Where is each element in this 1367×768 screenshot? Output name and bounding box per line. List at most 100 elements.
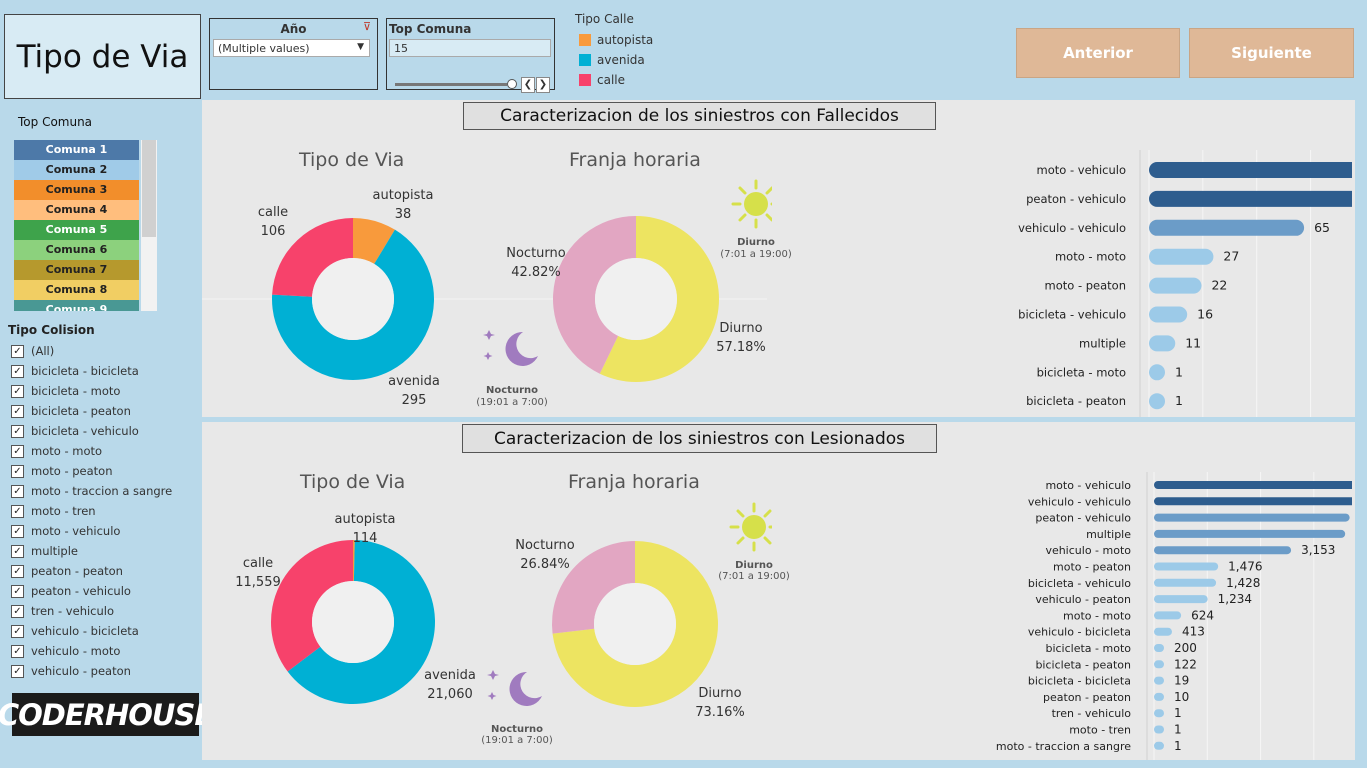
tipo-colision-option[interactable]: ✓ bicicleta - bicicleta [11,361,201,381]
checkbox[interactable]: ✓ [11,664,24,678]
tipo-colision-option[interactable]: ✓ moto - vehiculo [11,521,201,541]
lesionados-bar-chart: moto - vehiculo8,580vehiculo - vehiculo6… [996,472,1352,760]
clear-filter-icon[interactable]: ⊽ [363,20,371,33]
comuna-legend-item[interactable]: Comuna 7 [14,260,139,280]
tipo-colision-option[interactable]: ✓ peaton - peaton [11,561,201,581]
checkbox[interactable]: ✓ [11,344,24,358]
top-comuna-slider-handle[interactable] [507,79,517,89]
comuna-legend-item[interactable]: Comuna 2 [14,160,139,180]
comuna-list-scrollbar[interactable] [141,140,157,311]
bar-category-label: moto - traccion a sangre [996,740,1131,753]
anio-filter[interactable]: Año ⊽ (Multiple values) ▼ [209,18,378,90]
bar[interactable] [1154,660,1164,669]
tipo-colision-option[interactable]: ✓ bicicleta - peaton [11,401,201,421]
bar[interactable] [1154,725,1164,734]
bar[interactable] [1149,335,1176,352]
tipo-colision-option[interactable]: ✓ peaton - vehiculo [11,581,201,601]
comuna-legend-item[interactable]: Comuna 9 [14,300,139,311]
bar[interactable] [1149,162,1352,178]
bar[interactable] [1149,219,1305,236]
checkbox[interactable]: ✓ [11,624,24,638]
anio-dropdown[interactable]: (Multiple values) ▼ [213,39,370,57]
tipo-colision-option[interactable]: ✓ tren - vehiculo [11,601,201,621]
bar[interactable] [1154,644,1164,652]
bar-value-label: 413 [1182,625,1205,639]
tipo-colision-option[interactable]: ✓ moto - moto [11,441,201,461]
checkbox[interactable]: ✓ [11,604,24,618]
checkbox-label: multiple [31,544,78,558]
lesionados-diurno-label: Diurno 73.16% [695,686,745,720]
comuna-legend-item[interactable]: Comuna 5 [14,220,139,240]
top-comuna-filter[interactable]: Top Comuna 15 ❮ ❯ [386,18,555,93]
bar[interactable] [1154,497,1352,506]
bar[interactable] [1154,709,1164,718]
bar[interactable] [1154,595,1208,604]
legend-label: calle [597,73,626,87]
nocturno-icon-sublabel: (19:01 a 7:00) [476,397,548,408]
chevron-left-icon[interactable]: ❮ [521,77,535,93]
comuna-legend-item[interactable]: Comuna 8 [14,280,139,300]
checkbox[interactable]: ✓ [11,464,24,478]
checkbox[interactable]: ✓ [11,444,24,458]
tipo-colision-option[interactable]: ✓ moto - tren [11,501,201,521]
tipo-colision-option[interactable]: ✓ vehiculo - moto [11,641,201,661]
bar[interactable] [1154,741,1164,750]
comuna-legend-item[interactable]: Comuna 1 [14,140,139,160]
checkbox[interactable]: ✓ [11,384,24,398]
fallecidos-nocturno-label: Nocturno 42.82% [506,246,566,280]
chevron-right-icon[interactable]: ❯ [536,77,550,93]
tipo-colision-option[interactable]: ✓ bicicleta - moto [11,381,201,401]
checkbox[interactable]: ✓ [11,424,24,438]
anterior-button[interactable]: Anterior [1016,28,1180,78]
bar[interactable] [1149,306,1188,323]
tipo-calle-legend-item[interactable]: autopista [575,30,685,50]
tipo-colision-option[interactable]: ✓ moto - peaton [11,461,201,481]
bar-value-label: 3,153 [1301,543,1335,557]
checkbox[interactable]: ✓ [11,524,24,538]
tipo-colision-option[interactable]: ✓ vehiculo - peaton [11,661,201,681]
bar[interactable] [1154,676,1164,685]
scrollbar-thumb[interactable] [142,140,156,237]
tipo-calle-legend-item[interactable]: avenida [575,50,685,70]
tipo-colision-option[interactable]: ✓ vehiculo - bicicleta [11,621,201,641]
bar[interactable] [1149,190,1352,207]
bar[interactable] [1149,364,1165,381]
bar[interactable] [1154,481,1352,489]
bar[interactable] [1154,627,1172,636]
bar[interactable] [1154,546,1292,555]
tipo-colision-option[interactable]: ✓ (All) [11,341,201,361]
checkbox[interactable]: ✓ [11,544,24,558]
bar[interactable] [1154,562,1219,571]
checkbox[interactable]: ✓ [11,364,24,378]
donut-hole [312,581,394,663]
bar[interactable] [1154,529,1346,538]
checkbox[interactable]: ✓ [11,584,24,598]
comuna-legend-item[interactable]: Comuna 6 [14,240,139,260]
checkbox[interactable]: ✓ [11,564,24,578]
checkbox[interactable]: ✓ [11,404,24,418]
siguiente-button[interactable]: Siguiente [1189,28,1354,78]
top-comuna-input[interactable]: 15 [389,39,551,57]
checkbox-label: vehiculo - bicicleta [31,624,139,638]
checkbox[interactable]: ✓ [11,644,24,658]
bar[interactable] [1154,578,1217,587]
checkbox[interactable]: ✓ [11,504,24,518]
fallecidos-avenida-label: avenida 295 [388,374,440,408]
tipo-colision-option[interactable]: ✓ moto - traccion a sangre [11,481,201,501]
sun-icon [729,502,772,552]
bar[interactable] [1149,277,1202,294]
tipo-colision-option[interactable]: ✓ bicicleta - vehiculo [11,421,201,441]
top-comuna-slider-track[interactable] [395,83,507,86]
comuna-legend-item[interactable]: Comuna 4 [14,200,139,220]
bar[interactable] [1154,513,1350,522]
comuna-legend-item[interactable]: Comuna 3 [14,180,139,200]
checkbox[interactable]: ✓ [11,484,24,498]
bar[interactable] [1154,611,1182,620]
tipo-colision-filter[interactable]: ✓ (All) ✓ bicicleta - bicicleta ✓ bicicleta -… [11,341,201,681]
bar[interactable] [1149,248,1214,265]
bar[interactable] [1154,692,1164,701]
tipo-colision-option[interactable]: ✓ multiple [11,541,201,561]
bar[interactable] [1149,393,1165,410]
comuna-legend-list[interactable]: Comuna 1 Comuna 2 Comuna 3 Comuna 4 Comuna 5… [14,140,157,311]
tipo-calle-legend-item[interactable]: calle [575,70,685,90]
